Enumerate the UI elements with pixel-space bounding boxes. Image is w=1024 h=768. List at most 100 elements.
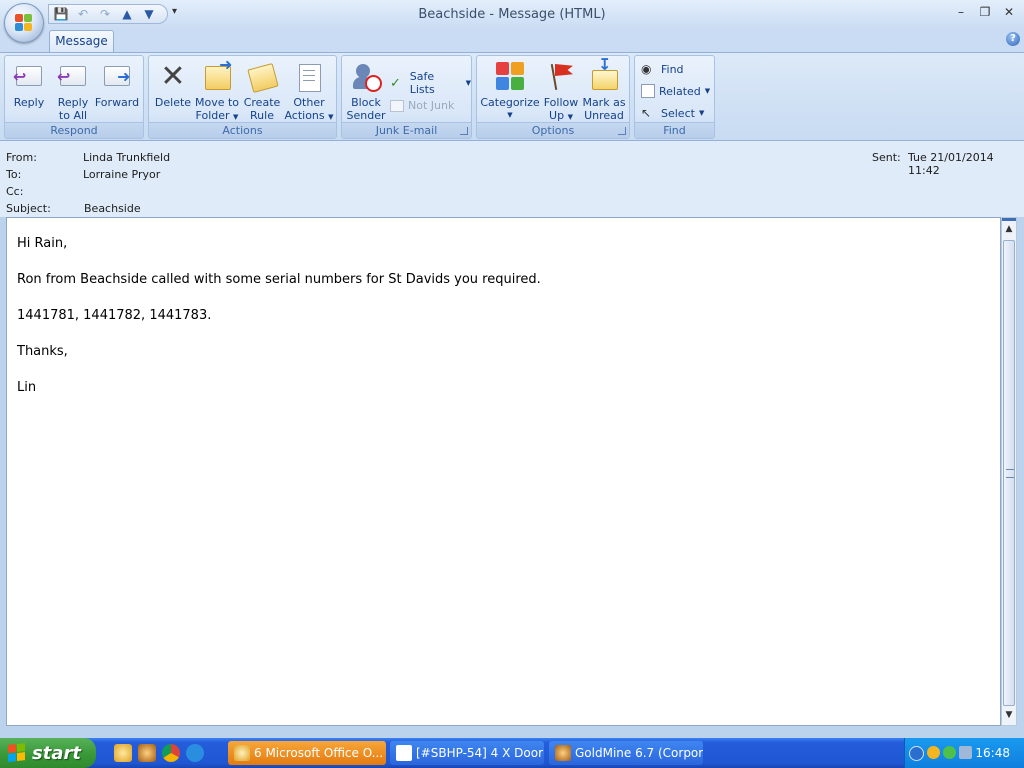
group-options: Categorize ▼ Follow Up ▼ ↧ Mark as Unrea… xyxy=(476,55,630,139)
quick-launch xyxy=(114,744,204,762)
vertical-scrollbar[interactable]: ▲ ▼ xyxy=(1001,217,1017,726)
chevron-down-icon: ▼ xyxy=(704,87,711,95)
not-junk-icon xyxy=(390,99,404,112)
find-button[interactable]: ◉ Find xyxy=(641,62,684,76)
subject-label: Subject: xyxy=(6,202,51,215)
minimize-button[interactable]: – xyxy=(951,5,971,19)
body-line: Lin xyxy=(17,380,37,395)
taskbar: start 6 Microsoft Office O... [#SBHP-54]… xyxy=(0,738,1024,768)
select-button[interactable]: ↖ Select ▼ xyxy=(641,106,704,120)
options-dialog-launcher[interactable] xyxy=(618,127,626,135)
mark-unread-icon: ↧ xyxy=(588,57,620,94)
reply-icon: ↩ xyxy=(13,60,45,94)
window-title: Beachside - Message (HTML) xyxy=(418,7,606,22)
delete-button[interactable]: ✕ Delete xyxy=(153,58,193,110)
safe-lists-icon: ✓ xyxy=(390,76,401,91)
forward-button[interactable]: ➜ Forward xyxy=(93,58,141,109)
ribbon-tab-row: Message ? xyxy=(0,30,1024,52)
ribbon: ↩ Reply ↩ Reply to All ➜ Forward Respond… xyxy=(0,52,1024,141)
scroll-grip-icon xyxy=(1006,469,1014,478)
follow-up-button[interactable]: Follow Up ▼ xyxy=(541,58,581,124)
body-line: 1441781, 1441782, 1441783. xyxy=(17,308,212,323)
from-value[interactable]: Linda Trunkfield xyxy=(83,151,170,164)
goldmine-icon xyxy=(555,745,571,761)
scroll-thumb[interactable] xyxy=(1003,240,1015,706)
sent-value: Tue 21/01/2014 11:42 xyxy=(908,151,994,177)
restore-button[interactable]: ❐ xyxy=(975,5,995,19)
chrome-icon[interactable] xyxy=(162,744,180,762)
message-body[interactable]: Hi Rain, Ron from Beachside called with … xyxy=(6,217,1001,726)
outlook-tray-icon[interactable] xyxy=(927,746,940,759)
flag-icon xyxy=(545,60,577,94)
office-logo-icon xyxy=(15,14,33,32)
chevron-down-icon: ▼ xyxy=(567,113,573,121)
group-label-respond: Respond xyxy=(5,122,143,138)
cursor-icon: ↖ xyxy=(641,106,652,120)
outlook-icon xyxy=(234,745,250,761)
network-icon[interactable] xyxy=(959,746,972,759)
taskbar-button-outlook[interactable]: 6 Microsoft Office O... xyxy=(228,741,386,765)
tab-message[interactable]: Message xyxy=(49,30,114,52)
group-respond: ↩ Reply ↩ Reply to All ➜ Forward Respond xyxy=(4,55,144,139)
skype-icon[interactable] xyxy=(186,744,204,762)
group-junk-email: Block Sender ✓ Safe Lists ▼ Not Junk Jun… xyxy=(341,55,472,139)
windows-logo-icon xyxy=(8,743,26,763)
message-header: From: Linda Trunkfield To: Lorraine Pryo… xyxy=(0,141,1024,217)
scroll-up-icon[interactable]: ▲ xyxy=(1002,224,1016,240)
subject-value: Beachside xyxy=(84,202,141,215)
to-label: To: xyxy=(6,168,22,181)
taskbar-button-goldmine[interactable]: GoldMine 6.7 (Corpor... xyxy=(549,741,703,765)
related-button[interactable]: Related ▼ xyxy=(641,84,710,98)
cc-label: Cc: xyxy=(6,185,24,198)
close-button[interactable]: ✕ xyxy=(999,5,1019,19)
reply-all-button[interactable]: ↩ Reply to All xyxy=(51,58,95,122)
start-button[interactable]: start xyxy=(0,738,96,768)
group-label-actions: Actions xyxy=(149,122,336,138)
group-label-find: Find xyxy=(635,122,714,138)
system-tray: 16:48 xyxy=(904,738,1024,768)
scroll-down-icon[interactable]: ▼ xyxy=(1002,710,1016,726)
chevron-left-icon[interactable] xyxy=(909,746,924,761)
group-actions: ✕ Delete ➜ Move to Folder ▼ Create Rule … xyxy=(148,55,337,139)
chevron-down-icon: ▼ xyxy=(698,109,705,117)
group-label-options: Options xyxy=(477,122,629,138)
body-line: Hi Rain, xyxy=(17,236,68,251)
status-icon[interactable] xyxy=(943,746,956,759)
clock[interactable]: 16:48 xyxy=(975,746,1010,760)
not-junk-button[interactable]: Not Junk xyxy=(390,99,454,112)
forward-icon: ➜ xyxy=(101,60,133,94)
help-icon[interactable]: ? xyxy=(1006,32,1020,46)
block-sender-icon xyxy=(350,60,382,94)
goldmine-icon[interactable] xyxy=(138,744,156,762)
group-find: ◉ Find Related ▼ ↖ Select ▼ Find xyxy=(634,55,715,139)
mark-as-unread-button[interactable]: ↧ Mark as Unread xyxy=(581,57,627,123)
related-icon xyxy=(641,84,655,98)
group-label-junk: Junk E-mail xyxy=(342,122,471,138)
sent-label: Sent: xyxy=(872,151,901,164)
taskbar-button-jira[interactable]: [#SBHP-54] 4 X Door ... xyxy=(390,741,544,765)
chevron-down-icon: ▼ xyxy=(465,79,471,87)
other-actions-icon xyxy=(293,60,325,94)
move-to-folder-button[interactable]: ➜ Move to Folder ▼ xyxy=(193,57,241,124)
outlook-icon[interactable] xyxy=(114,744,132,762)
other-actions-button[interactable]: Other Actions ▼ xyxy=(283,58,335,124)
binoculars-icon: ◉ xyxy=(641,62,652,76)
categorize-button[interactable]: Categorize ▼ xyxy=(479,58,541,122)
reply-all-icon: ↩ xyxy=(57,60,89,94)
create-rule-button[interactable]: Create Rule xyxy=(241,58,283,122)
block-sender-button[interactable]: Block Sender xyxy=(344,58,388,122)
reply-button[interactable]: ↩ Reply xyxy=(7,58,51,109)
junk-dialog-launcher[interactable] xyxy=(460,127,468,135)
delete-icon: ✕ xyxy=(160,59,186,94)
folder-icon: ➜ xyxy=(201,57,233,94)
chevron-down-icon: ▼ xyxy=(328,113,334,121)
body-line: Ron from Beachside called with some seri… xyxy=(17,272,541,287)
office-button[interactable] xyxy=(4,3,44,43)
chevron-down-icon: ▼ xyxy=(507,111,513,119)
body-line: Thanks, xyxy=(17,344,68,359)
title-bar: 💾 ↶ ↷ ▲ ▼ ▾ Beachside - Message (HTML) –… xyxy=(0,0,1024,30)
categorize-icon xyxy=(494,60,526,94)
to-value[interactable]: Lorraine Pryor xyxy=(83,168,160,181)
safe-lists-button[interactable]: ✓ Safe Lists ▼ xyxy=(390,70,471,96)
create-rule-icon xyxy=(246,60,279,94)
